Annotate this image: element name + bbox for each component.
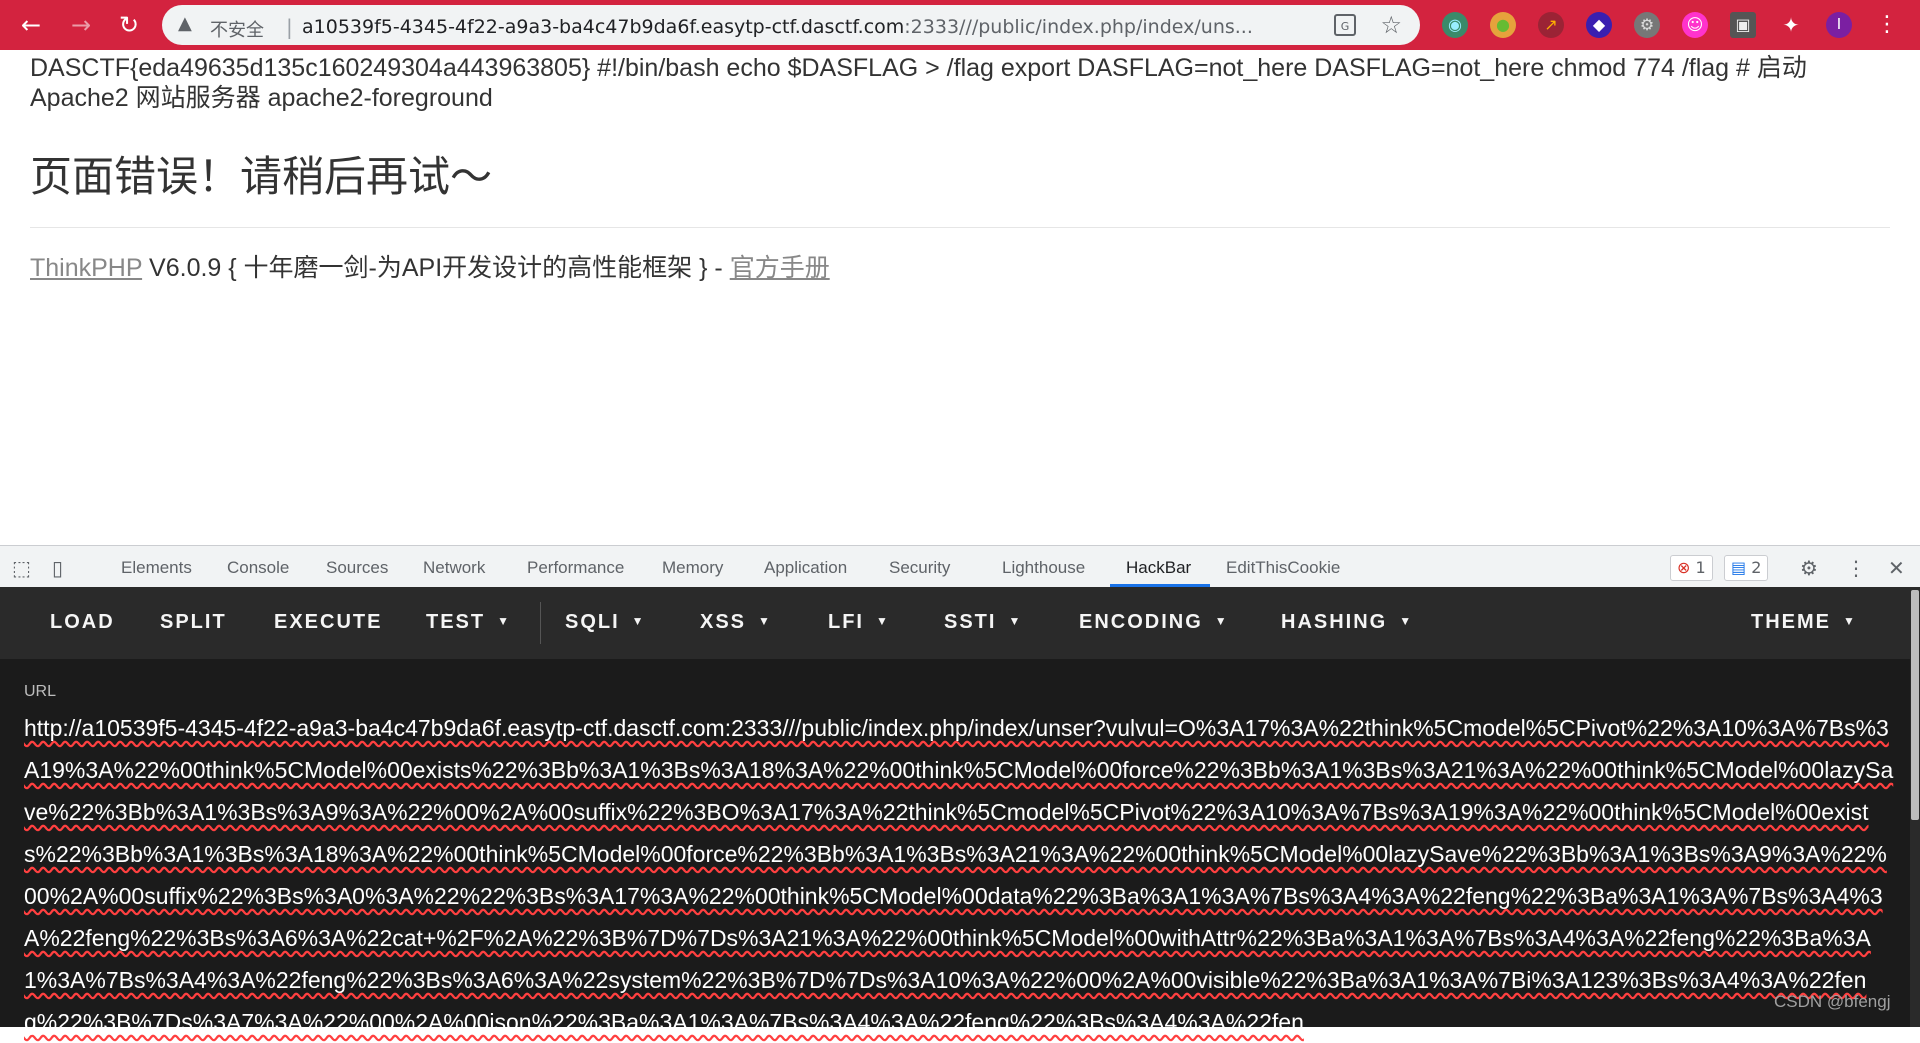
scrollbar-thumb[interactable]: [1911, 590, 1919, 820]
execute-button[interactable]: EXECUTE: [274, 611, 382, 634]
theme-dropdown[interactable]: THEME ▼: [1751, 611, 1857, 634]
extension-globe-icon[interactable]: ◉: [1442, 12, 1468, 38]
tab-editthiscookie[interactable]: EditThisCookie: [1226, 558, 1340, 578]
lfi-dropdown[interactable]: LFI ▼: [828, 611, 890, 634]
ssti-dropdown[interactable]: SSTI ▼: [944, 611, 1022, 634]
close-devtools-icon[interactable]: ✕: [1888, 556, 1905, 580]
device-toolbar-icon[interactable]: ▯: [52, 556, 63, 580]
caret-down-icon: ▼: [1843, 614, 1857, 628]
tab-elements[interactable]: Elements: [121, 558, 192, 578]
back-arrow-icon[interactable]: ←: [16, 10, 46, 40]
caret-down-icon: ▼: [1008, 614, 1023, 628]
extension-face-icon[interactable]: ☺: [1682, 12, 1708, 38]
devtools-menu-icon[interactable]: ⋮: [1846, 556, 1866, 580]
url-label: URL: [24, 683, 57, 700]
cookie-icon[interactable]: ●: [1490, 12, 1516, 38]
inspect-element-icon[interactable]: ⬚: [12, 556, 31, 580]
warning-icon[interactable]: ▲: [178, 13, 192, 34]
tab-application[interactable]: Application: [764, 558, 847, 578]
divider: [30, 227, 1890, 228]
message-icon: ▤: [1731, 558, 1747, 577]
flag-output: DASCTF{eda49635d135c160249304a443963805}…: [30, 54, 1807, 112]
separator: |: [286, 15, 293, 39]
tab-lighthouse[interactable]: Lighthouse: [1002, 558, 1085, 578]
tab-sources[interactable]: Sources: [326, 558, 388, 578]
reload-icon[interactable]: ↻: [114, 10, 144, 40]
profile-avatar[interactable]: I: [1826, 12, 1852, 38]
manual-link[interactable]: 官方手册: [730, 254, 830, 282]
caret-down-icon: ▼: [497, 614, 512, 628]
hashing-dropdown[interactable]: HASHING ▼: [1281, 611, 1413, 634]
devtools-tabbar: ⬚ ▯ Elements Console Sources Network Per…: [0, 545, 1920, 587]
test-dropdown[interactable]: TEST ▼: [426, 611, 511, 634]
browser-toolbar: ← → ↻ ▲ 不安全 | a10539f5-4345-4f22-a9a3-ba…: [0, 0, 1920, 50]
tab-security[interactable]: Security: [889, 558, 950, 578]
tab-network[interactable]: Network: [423, 558, 485, 578]
tab-console[interactable]: Console: [227, 558, 289, 578]
address-bar[interactable]: ▲ 不安全 | a10539f5-4345-4f22-a9a3-ba4c47b9…: [162, 5, 1420, 45]
tab-memory[interactable]: Memory: [662, 558, 723, 578]
caret-down-icon: ▼: [1399, 614, 1414, 628]
message-count-badge[interactable]: ▤ 2: [1724, 555, 1769, 581]
caret-down-icon: ▼: [1214, 614, 1229, 628]
split-button[interactable]: SPLIT: [160, 611, 227, 634]
security-label[interactable]: 不安全: [210, 16, 264, 42]
extension-cube-icon[interactable]: ◆: [1586, 12, 1612, 38]
url-textarea[interactable]: http://a10539f5-4345-4f22-a9a3-ba4c47b9d…: [24, 707, 1894, 1043]
caret-down-icon: ▼: [758, 614, 772, 628]
page-content: DASCTF{eda49635d135c160249304a443963805}…: [0, 50, 1920, 545]
extension-screen-icon[interactable]: ▣: [1730, 12, 1756, 38]
browser-menu-icon[interactable]: ⋮: [1874, 12, 1900, 38]
error-title: 页面错误！请稍后再试～: [30, 153, 493, 200]
tab-hackbar[interactable]: HackBar: [1126, 558, 1191, 578]
settings-gear-icon[interactable]: ⚙: [1800, 556, 1818, 580]
error-icon: ⊗: [1677, 558, 1691, 577]
sqli-dropdown[interactable]: SQLI ▼: [565, 611, 646, 634]
error-count-badge[interactable]: ⊗ 1: [1670, 555, 1713, 581]
load-button[interactable]: LOAD: [50, 611, 115, 634]
extension-gear-icon[interactable]: ⚙: [1634, 12, 1660, 38]
caret-down-icon: ▼: [631, 614, 646, 628]
url-text[interactable]: a10539f5-4345-4f22-a9a3-ba4c47b9da6f.eas…: [302, 16, 1302, 38]
hackbar-url-panel: URL http://a10539f5-4345-4f22-a9a3-ba4c4…: [0, 659, 1910, 1035]
translate-icon[interactable]: G: [1334, 14, 1356, 36]
hackbar-menu: LOAD SPLIT EXECUTE TEST ▼ SQLI ▼ XSS ▼ LFI ▼…: [0, 587, 1910, 659]
encoding-dropdown[interactable]: ENCODING ▼: [1079, 611, 1229, 634]
thinkphp-link[interactable]: ThinkPHP: [30, 254, 142, 282]
framework-footer: ThinkPHP V6.0.9 { 十年磨一剑-为API开发设计的高性能框架 }…: [30, 248, 830, 284]
caret-down-icon: ▼: [876, 614, 890, 628]
extension-arrow-icon[interactable]: ↗: [1538, 12, 1564, 38]
framework-version: V6.0.9 { 十年磨一剑-为API开发设计的高性能框架 } -: [142, 254, 730, 282]
xss-dropdown[interactable]: XSS ▼: [700, 611, 772, 634]
extensions-puzzle-icon[interactable]: ✦: [1778, 12, 1804, 38]
bookmark-star-icon[interactable]: ☆: [1380, 11, 1402, 39]
watermark: CSDN @bfengj: [1774, 992, 1891, 1011]
tab-performance[interactable]: Performance: [527, 558, 624, 578]
forward-arrow-icon[interactable]: →: [66, 10, 96, 40]
menu-divider: [540, 602, 541, 644]
